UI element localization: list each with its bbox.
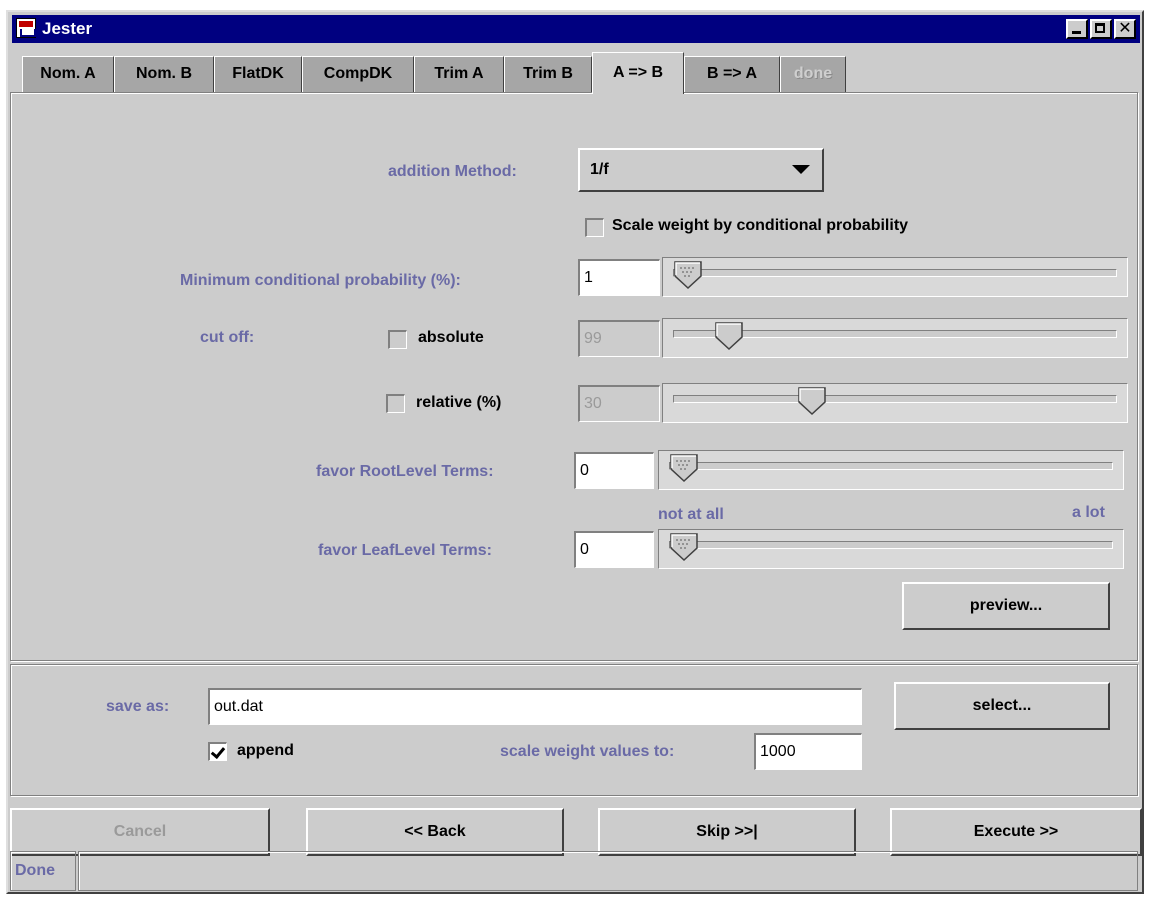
relative-label: relative (%) xyxy=(416,394,502,411)
min-cond-prob-slider[interactable] xyxy=(662,257,1128,297)
close-icon: ✕ xyxy=(1118,20,1132,37)
favor-leaf-label: favor LeafLevel Terms: xyxy=(318,542,492,559)
scale-weight-checkbox[interactable] xyxy=(585,218,604,237)
select-file-button[interactable]: select... xyxy=(894,682,1110,730)
save-as-label: save as: xyxy=(106,698,170,715)
tab-nom-b[interactable]: Nom. B xyxy=(114,56,214,92)
slider-thumb xyxy=(715,322,744,351)
addition-method-value: 1/f xyxy=(590,161,609,178)
execute-button[interactable]: Execute >> xyxy=(890,808,1142,856)
scale-weight-label: Scale weight by conditional probability xyxy=(612,217,909,234)
append-checkbox[interactable] xyxy=(208,742,227,761)
slider-thumb xyxy=(798,387,826,416)
close-button[interactable]: ✕ xyxy=(1114,19,1136,39)
window-title: Jester xyxy=(42,19,93,38)
tab-trim-a[interactable]: Trim A xyxy=(414,56,504,92)
tab-compdk[interactable]: CompDK xyxy=(302,56,414,92)
favor-leaf-input[interactable]: 0 xyxy=(574,531,654,568)
absolute-label: absolute xyxy=(418,329,484,346)
scale-weight-input[interactable]: 1000 xyxy=(754,733,862,770)
slider-thumb[interactable] xyxy=(669,453,699,483)
absolute-checkbox[interactable] xyxy=(388,330,407,349)
maximize-button[interactable] xyxy=(1090,19,1112,39)
min-cond-prob-label: Minimum conditional probability (%): xyxy=(180,272,461,289)
absolute-slider xyxy=(662,318,1128,358)
slider-track xyxy=(669,462,1113,470)
cancel-button: Cancel xyxy=(10,808,270,856)
slider-thumb[interactable] xyxy=(669,532,699,562)
app-icon[interactable] xyxy=(16,18,36,38)
settings-panel xyxy=(10,92,1138,661)
slider-thumb[interactable] xyxy=(673,260,703,290)
tab-nom-a[interactable]: Nom. A xyxy=(22,56,114,92)
favor-root-slider[interactable] xyxy=(658,450,1124,490)
slider-track xyxy=(669,541,1113,549)
tab-done: done xyxy=(780,56,846,92)
relative-checkbox[interactable] xyxy=(386,394,405,413)
absolute-input: 99 xyxy=(578,320,660,357)
minimize-button[interactable] xyxy=(1066,19,1088,39)
save-as-input[interactable]: out.dat xyxy=(208,688,862,725)
status-bar xyxy=(78,851,1138,891)
relative-input: 30 xyxy=(578,385,660,422)
addition-method-label: addition Method: xyxy=(388,163,517,180)
favor-root-input[interactable]: 0 xyxy=(574,452,654,489)
slider-max-label: a lot xyxy=(1072,504,1105,521)
title-bar[interactable]: Jester ✕ xyxy=(12,15,1140,43)
tab-flatdk[interactable]: FlatDK xyxy=(214,56,302,92)
min-cond-prob-input[interactable]: 1 xyxy=(578,259,660,296)
relative-slider xyxy=(662,383,1128,423)
status-text: Done xyxy=(10,851,76,891)
scale-weight-values-label: scale weight values to: xyxy=(500,743,675,760)
tab-a-to-b[interactable]: A => B xyxy=(592,52,684,94)
chevron-down-icon xyxy=(792,165,810,174)
slider-track xyxy=(673,269,1117,277)
slider-track xyxy=(673,395,1117,403)
slider-min-label: not at all xyxy=(658,506,724,523)
tab-trim-b[interactable]: Trim B xyxy=(504,56,592,92)
tab-b-to-a[interactable]: B => A xyxy=(684,56,780,92)
favor-root-label: favor RootLevel Terms: xyxy=(316,463,494,480)
append-label: append xyxy=(237,742,294,759)
addition-method-dropdown[interactable]: 1/f xyxy=(578,148,824,192)
favor-leaf-slider[interactable] xyxy=(658,529,1124,569)
cut-off-label: cut off: xyxy=(200,329,255,346)
preview-button[interactable]: preview... xyxy=(902,582,1110,630)
back-button[interactable]: << Back xyxy=(306,808,564,856)
skip-button[interactable]: Skip >>| xyxy=(598,808,856,856)
